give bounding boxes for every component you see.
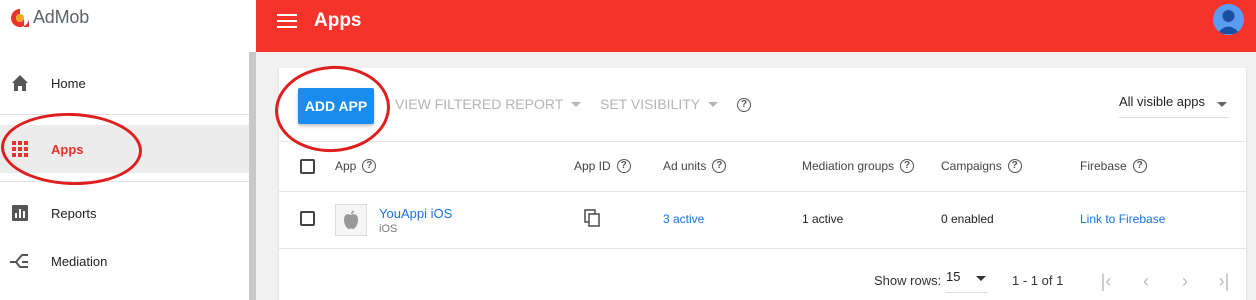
visibility-select[interactable]: All visible apps [1119,94,1229,118]
column-label: Ad units [663,159,707,173]
admob-apps-page: AdMob Home Apps Reports Mediation Apps A… [0,0,1256,300]
top-app-bar: Apps [256,0,1256,52]
chevron-down-icon [571,101,582,107]
divider [279,248,1246,249]
column-label: Mediation groups [802,159,895,173]
chevron-down-icon [708,101,719,107]
app-thumbnail [335,204,367,236]
app-name-link[interactable]: YouAppi iOS [379,206,452,221]
view-filtered-report-button[interactable]: VIEW FILTERED REPORT [395,96,582,112]
column-header-app[interactable]: App ? [335,159,377,173]
visibility-select-value: All visible apps [1119,94,1205,109]
help-icon[interactable]: ? [712,159,727,173]
view-filtered-report-label: VIEW FILTERED REPORT [395,96,564,112]
sidebar: AdMob Home Apps Reports Mediation [0,0,256,300]
pagination-range: 1 - 1 of 1 [1012,273,1064,288]
column-header-campaigns[interactable]: Campaigns ? [941,159,1022,173]
help-icon[interactable]: ? [1007,159,1022,173]
help-icon[interactable]: ? [737,98,751,112]
rows-per-page-select[interactable]: 15 [946,269,988,293]
campaigns-value: 0 enabled [941,212,994,226]
copy-icon[interactable] [582,208,602,228]
chevron-down-icon [976,276,986,281]
sidebar-divider [0,181,249,182]
help-icon[interactable]: ? [1132,159,1147,173]
apps-grid-icon [12,141,28,157]
set-visibility-button[interactable]: SET VISIBILITY [600,96,719,112]
next-page-icon[interactable]: › [1175,271,1195,291]
previous-page-icon[interactable]: ‹ [1136,271,1156,291]
sidebar-item-mediation[interactable]: Mediation [0,237,249,285]
first-page-icon[interactable]: |‹ [1096,271,1116,291]
show-rows-label: Show rows: [874,273,942,288]
sidebar-item-home[interactable]: Home [0,59,249,107]
mediation-icon [10,254,28,268]
sidebar-divider [0,114,249,115]
sidebar-item-label: Home [51,75,86,91]
divider [279,141,1246,142]
page-title: Apps [314,10,362,31]
brand-logo[interactable]: AdMob [10,7,89,28]
ad-units-link[interactable]: 3 active [663,212,704,226]
last-page-icon[interactable]: ›| [1214,271,1234,291]
admob-logo-icon [11,8,29,27]
mediation-groups-value: 1 active [802,212,844,226]
user-icon [1217,10,1240,34]
sidebar-scrollbar[interactable] [249,52,256,300]
help-icon[interactable]: ? [616,159,631,173]
set-visibility-label: SET VISIBILITY [600,96,701,112]
reports-icon [12,205,28,221]
home-icon [12,75,28,91]
apple-icon [344,210,358,229]
column-header-app-id[interactable]: App ID ? [574,159,631,173]
column-header-mediation-groups[interactable]: Mediation groups ? [802,159,915,173]
chevron-down-icon [1217,102,1227,107]
column-label: App ID [574,159,611,173]
column-header-ad-units[interactable]: Ad units ? [663,159,727,173]
column-header-firebase[interactable]: Firebase ? [1080,159,1147,173]
app-platform: iOS [379,223,398,235]
sidebar-item-label: Apps [51,141,84,157]
sidebar-item-apps[interactable]: Apps [0,125,249,173]
column-label: Firebase [1080,159,1127,173]
apps-card: ADD APP VIEW FILTERED REPORT SET VISIBIL… [279,68,1246,300]
add-app-button[interactable]: ADD APP [298,88,374,124]
link-to-firebase-link[interactable]: Link to Firebase [1080,212,1165,226]
avatar[interactable] [1213,4,1244,35]
divider [279,191,1246,192]
help-icon[interactable]: ? [362,159,377,173]
brand-name: AdMob [33,7,90,27]
sidebar-item-label: Reports [51,205,97,221]
help-icon[interactable]: ? [900,159,915,173]
sidebar-item-label: Mediation [51,253,108,269]
column-label: Campaigns [941,159,1002,173]
row-checkbox[interactable] [300,211,315,226]
rows-per-page-value: 15 [946,269,961,284]
menu-icon[interactable] [277,14,297,30]
select-all-checkbox[interactable] [300,159,315,174]
column-label: App [335,159,357,173]
sidebar-item-reports[interactable]: Reports [0,189,249,237]
